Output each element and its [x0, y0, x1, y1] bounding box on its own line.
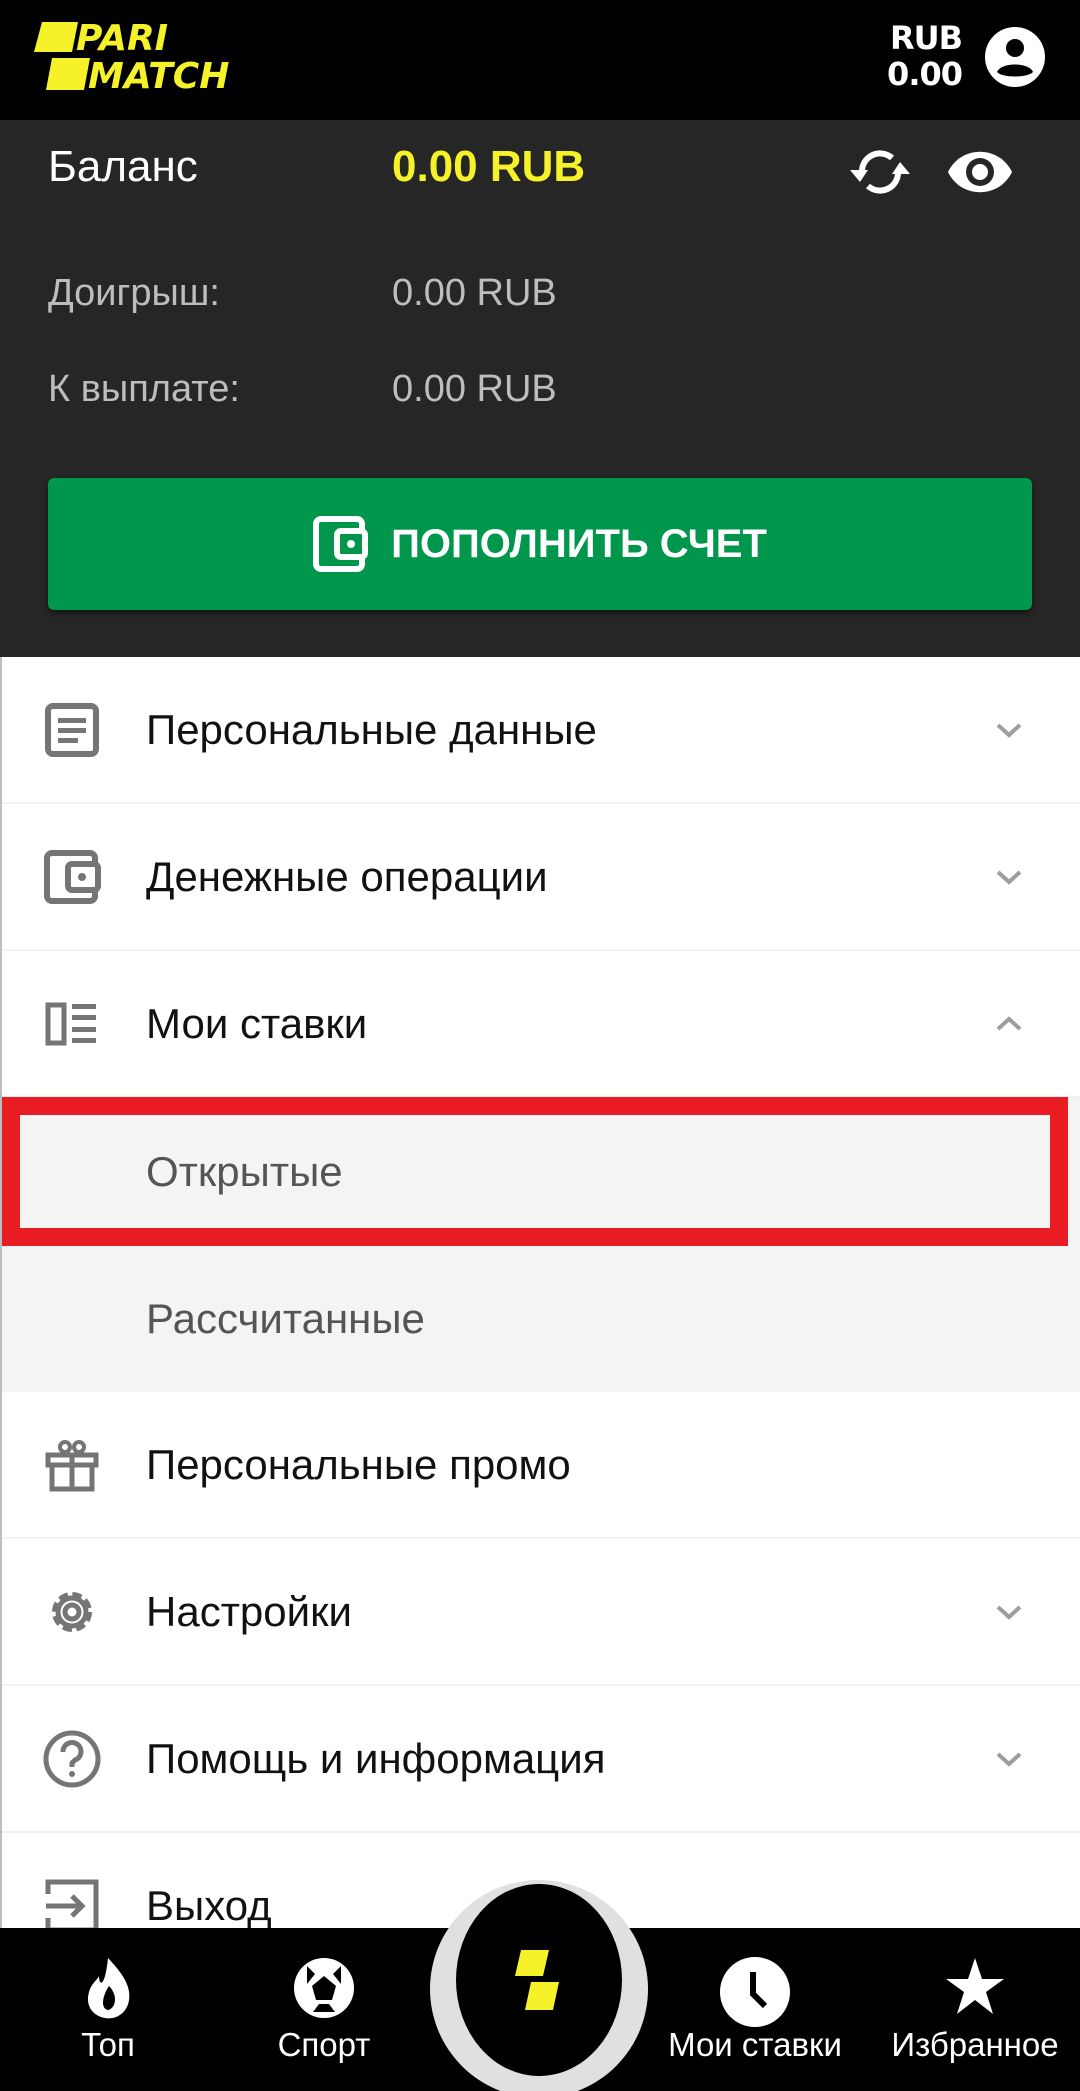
menu-item-label: Выход: [146, 1881, 272, 1929]
gear-icon: [52, 1591, 92, 1632]
menu-item-personal-data[interactable]: Персональные данные: [2, 657, 1080, 804]
menu-item-help[interactable]: Помощь и информация: [2, 1686, 1080, 1833]
wager-value: 0.00 RUB: [392, 272, 557, 314]
payout-label: К выплате:: [48, 368, 240, 410]
menu-item-label: Персональные промо: [146, 1440, 571, 1488]
document-icon: [45, 702, 99, 757]
parimatch-logo-icon: [515, 1950, 559, 2010]
balance-value: 0.00 RUB: [392, 142, 586, 191]
wager-label: Доигрыш:: [48, 272, 220, 314]
submenu-item-label: Открытые: [146, 1147, 343, 1195]
nav-label: Избранное: [891, 2026, 1059, 2063]
menu-item-my-bets[interactable]: Мои ставки: [2, 951, 1080, 1098]
refresh-button[interactable]: [846, 140, 914, 204]
nav-label: Спорт: [277, 2026, 371, 2063]
star-icon: [946, 1958, 1004, 2014]
bets-list-icon: [45, 1002, 96, 1045]
eye-icon: [948, 151, 1012, 193]
chevron-down-icon: [996, 723, 1022, 738]
toggle-visibility-button[interactable]: [946, 140, 1014, 204]
chevron-down-icon: [996, 1752, 1022, 1767]
nav-top[interactable]: Топ: [58, 1928, 158, 2091]
deposit-label: ПОПОЛНИТЬ СЧЕТ: [391, 521, 767, 566]
nav-favorites[interactable]: Избранное: [890, 1928, 1060, 2091]
nav-label: Топ: [81, 2026, 135, 2063]
nav-label: Мои ставки: [668, 2026, 842, 2063]
menu-item-label: Помощь и информация: [146, 1734, 606, 1782]
deposit-button[interactable]: ПОПОЛНИТЬ СЧЕТ: [48, 478, 1032, 610]
header-currency: RUB: [889, 19, 963, 57]
wallet-icon: [44, 849, 101, 904]
menu-item-personal-promo[interactable]: Персональные промо: [2, 1392, 1080, 1539]
menu-item-money-operations[interactable]: Денежные операции: [2, 804, 1080, 951]
soccer-ball-icon: [294, 1958, 354, 2018]
menu-item-label: Настройки: [146, 1587, 352, 1635]
submenu-item-settled-bets[interactable]: Рассчитанные: [2, 1245, 1080, 1392]
menu-item-label: Персональные данные: [146, 705, 597, 753]
nav-sport[interactable]: Спорт: [264, 1928, 384, 2091]
nav-my-bets[interactable]: Мои ставки: [660, 1928, 850, 2091]
app-header: PARI MATCH RUB 0.00: [0, 0, 1080, 120]
logout-icon: [45, 1879, 99, 1932]
header-amount: 0.00: [887, 55, 963, 93]
account-menu: Персональные данные Денежные операции Мо…: [0, 657, 1080, 1980]
payout-value: 0.00 RUB: [392, 368, 557, 410]
chevron-down-icon: [996, 870, 1022, 885]
refresh-icon: [850, 150, 910, 194]
menu-item-label: Мои ставки: [146, 999, 368, 1047]
submenu-item-open-bets[interactable]: Открытые: [2, 1098, 1080, 1245]
submenu-item-label: Рассчитанные: [146, 1294, 425, 1342]
chevron-down-icon: [996, 1605, 1022, 1620]
svg-text:MATCH: MATCH: [88, 56, 229, 94]
balance-label: Баланс: [48, 142, 198, 191]
menu-item-settings[interactable]: Настройки: [2, 1539, 1080, 1686]
header-balance[interactable]: RUB 0.00: [887, 19, 963, 93]
menu-item-label: Денежные операции: [146, 852, 548, 900]
balance-panel: Баланс 0.00 RUB Доигрыш: 0.00 RUB К выпл…: [0, 120, 1080, 657]
flame-icon: [87, 1958, 130, 2019]
clock-icon: [720, 1957, 790, 2027]
user-circle-icon[interactable]: [984, 26, 1046, 88]
chevron-up-icon: [996, 1015, 1022, 1030]
gift-icon: [45, 1439, 99, 1491]
center-home-inner[interactable]: [456, 1884, 622, 2076]
parimatch-logo[interactable]: PARI MATCH: [32, 18, 272, 94]
help-icon: [43, 1730, 101, 1787]
wallet-icon: [313, 516, 369, 572]
svg-text:PARI: PARI: [76, 18, 168, 59]
